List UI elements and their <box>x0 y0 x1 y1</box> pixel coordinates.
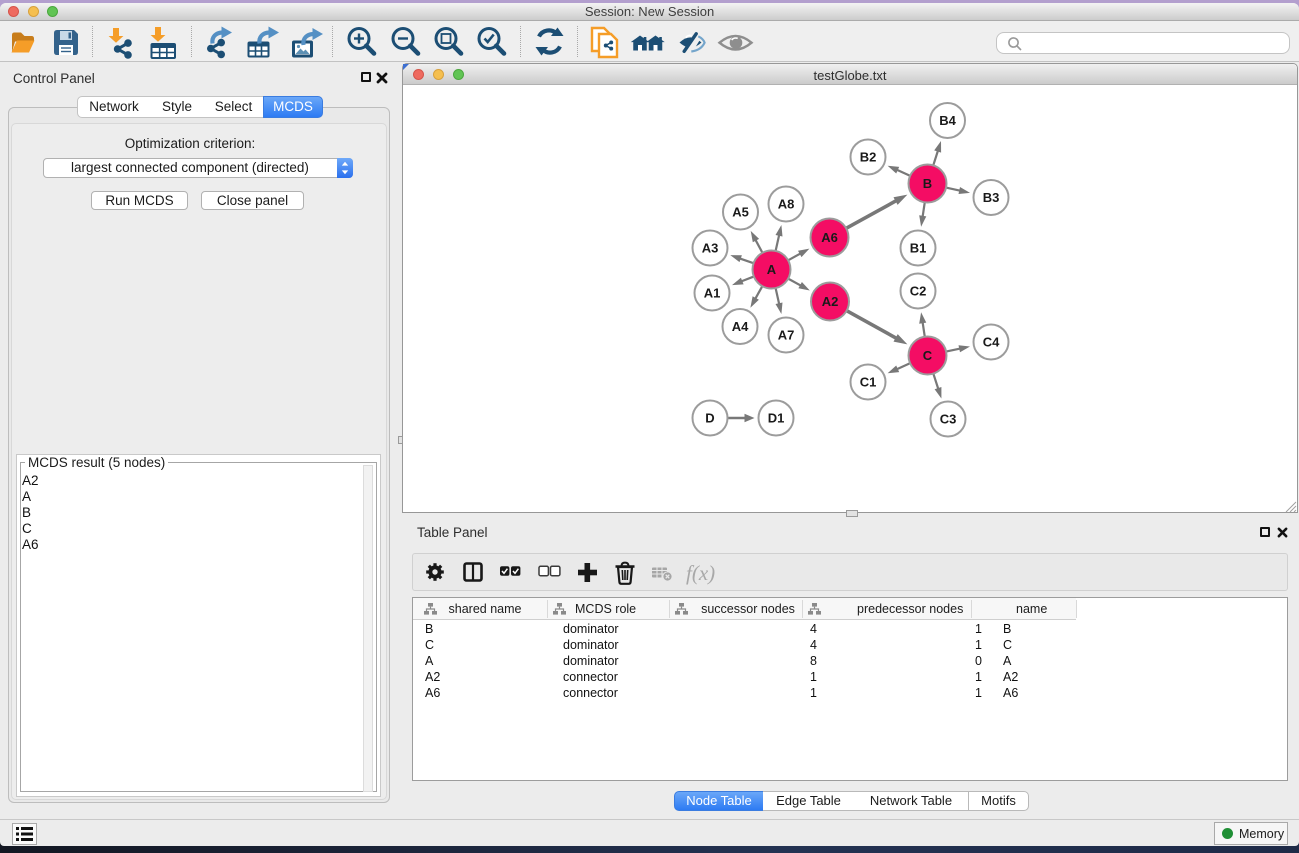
svg-text:C2: C2 <box>910 284 927 299</box>
svg-text:A6: A6 <box>821 230 838 245</box>
svg-text:A2: A2 <box>822 294 839 309</box>
svg-text:D: D <box>705 411 714 426</box>
svg-text:C1: C1 <box>860 375 877 390</box>
svg-text:A: A <box>767 262 777 277</box>
svg-text:C: C <box>923 348 933 363</box>
svg-text:B: B <box>923 176 932 191</box>
svg-text:C4: C4 <box>983 335 1000 350</box>
svg-text:A5: A5 <box>732 205 749 220</box>
svg-text:A1: A1 <box>704 286 721 301</box>
svg-text:B3: B3 <box>983 190 1000 205</box>
svg-text:A4: A4 <box>732 319 749 334</box>
svg-text:B1: B1 <box>910 241 927 256</box>
svg-text:B2: B2 <box>860 150 877 165</box>
svg-text:A8: A8 <box>778 197 795 212</box>
svg-text:D1: D1 <box>768 411 785 426</box>
svg-text:C3: C3 <box>940 412 957 427</box>
svg-text:B4: B4 <box>939 113 956 128</box>
svg-text:A3: A3 <box>702 241 719 256</box>
svg-text:A7: A7 <box>778 328 795 343</box>
svg-text:f(x): f(x) <box>686 561 715 585</box>
